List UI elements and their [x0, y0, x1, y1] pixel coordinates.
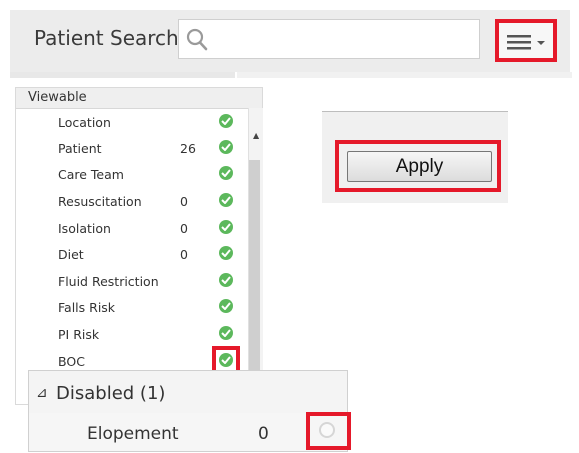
- search-input[interactable]: [178, 19, 480, 59]
- list-item[interactable]: PI Risk: [16, 323, 246, 346]
- list-item-label: Care Team: [58, 167, 124, 182]
- list-item[interactable]: Patient 26: [16, 137, 246, 160]
- list-item-count: 0: [258, 424, 269, 444]
- divider: [10, 72, 235, 78]
- list-item[interactable]: Location: [16, 111, 246, 134]
- list-item-label: Isolation: [58, 221, 111, 236]
- list-item[interactable]: [29, 413, 347, 451]
- list-item-label: Location: [58, 115, 111, 130]
- list-item-label: Patient: [58, 141, 102, 156]
- divider: [237, 72, 572, 78]
- list-item[interactable]: Isolation 0: [16, 217, 246, 240]
- check-icon[interactable]: [219, 299, 233, 313]
- viewable-header-label: Viewable: [28, 90, 87, 105]
- scroll-up-icon[interactable]: ▲: [253, 131, 259, 140]
- check-icon[interactable]: [219, 114, 233, 128]
- hamburger-menu-icon: [507, 33, 547, 57]
- list-item[interactable]: Diet 0: [16, 243, 246, 266]
- list-item[interactable]: Fluid Restriction: [16, 270, 246, 293]
- list-item-label: Diet: [58, 247, 84, 262]
- search-label: Patient Search:: [34, 26, 186, 50]
- list-item-count: 26: [180, 141, 196, 156]
- search-icon: [185, 27, 211, 53]
- list-item-label: PI Risk: [58, 327, 100, 342]
- list-item-count: 0: [180, 194, 188, 209]
- menu-button[interactable]: [495, 19, 557, 62]
- highlight-box: [306, 412, 351, 450]
- divider: [322, 111, 508, 112]
- list-item-label: Elopement: [87, 424, 179, 444]
- check-icon[interactable]: [219, 273, 233, 287]
- highlight-box: [335, 140, 501, 192]
- scroll-thumb[interactable]: [249, 160, 260, 370]
- check-icon[interactable]: [219, 326, 233, 340]
- collapse-toggle-icon[interactable]: ⊿: [36, 385, 48, 401]
- check-icon[interactable]: [219, 166, 233, 180]
- check-icon[interactable]: [219, 140, 233, 154]
- list-item-label: Falls Risk: [58, 300, 116, 315]
- list-item[interactable]: Resuscitation 0: [16, 190, 246, 213]
- check-icon[interactable]: [219, 246, 233, 260]
- disabled-group-title: Disabled (1): [56, 383, 166, 404]
- list-item-label: BOC: [58, 354, 85, 369]
- check-icon[interactable]: [219, 193, 233, 207]
- list-item-label: Fluid Restriction: [58, 274, 159, 289]
- list-item-label: Resuscitation: [58, 194, 142, 209]
- list-item-count: 0: [180, 247, 188, 262]
- check-icon[interactable]: [219, 220, 233, 234]
- list-item[interactable]: Falls Risk: [16, 296, 246, 319]
- list-item-count: 0: [180, 221, 188, 236]
- viewable-header: Viewable: [16, 88, 262, 109]
- list-item[interactable]: Care Team: [16, 163, 246, 186]
